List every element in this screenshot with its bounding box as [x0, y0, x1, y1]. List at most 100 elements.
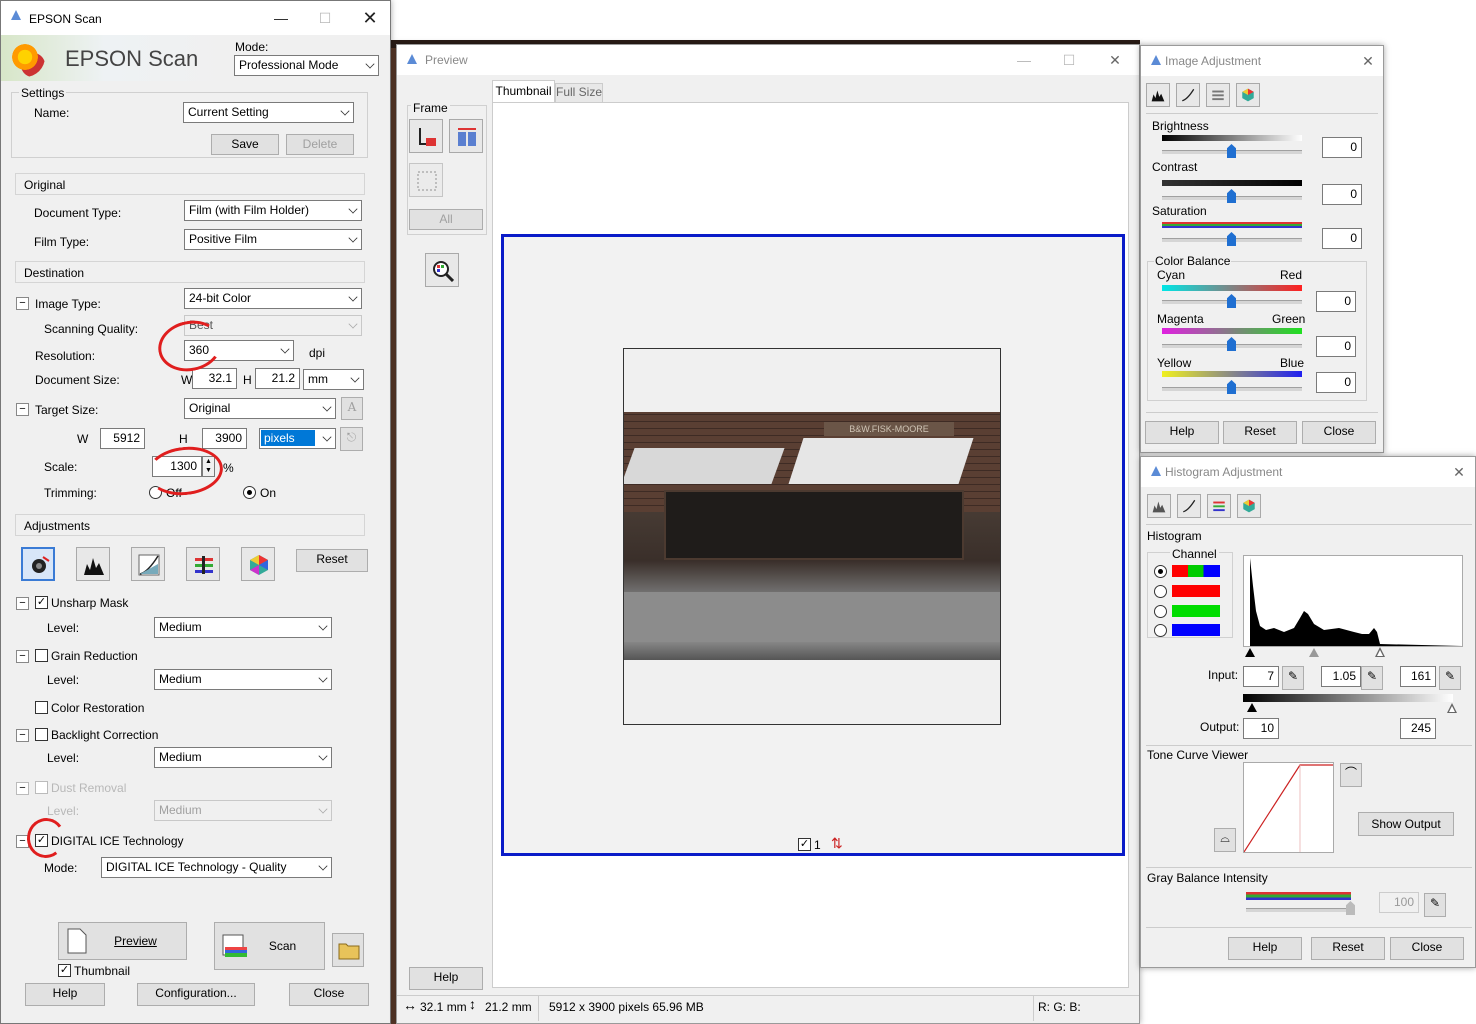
backlight-level-select[interactable]: Medium — [154, 747, 332, 768]
image-adj-help-button[interactable]: Help — [1145, 421, 1219, 444]
ia-image-adj-icon[interactable] — [1206, 83, 1230, 107]
target-size-select[interactable]: Original — [184, 398, 336, 419]
close-window-button[interactable]: ✕ — [355, 7, 385, 29]
target-width-field[interactable]: 5912 — [100, 428, 145, 449]
tab-full-size[interactable]: Full Size — [555, 83, 603, 102]
dust-collapse-toggle[interactable]: − — [16, 782, 29, 795]
ha-histogram-icon[interactable] — [1147, 494, 1171, 518]
input-gamma-field[interactable]: 1.05 — [1321, 666, 1361, 687]
input-white-triangle[interactable] — [1375, 647, 1385, 657]
trimming-on-radio[interactable] — [243, 486, 256, 499]
mode-select[interactable]: Professional Mode — [234, 55, 379, 76]
grain-level-select[interactable]: Medium — [154, 669, 332, 690]
thumbnail-checkbox[interactable]: ✓ — [58, 964, 71, 977]
ha-tone-curve-icon[interactable] — [1177, 494, 1201, 518]
adjustments-reset-button[interactable]: Reset — [296, 549, 368, 572]
preview-close-button[interactable]: ✕ — [1100, 49, 1130, 71]
gray-eyedropper-button-2[interactable]: ✎ — [1424, 893, 1446, 917]
color-restoration-checkbox[interactable] — [35, 701, 48, 714]
show-output-button[interactable]: Show Output — [1358, 812, 1454, 836]
target-unit-select[interactable]: pixels — [259, 428, 336, 449]
black-eyedropper-button[interactable]: ✎ — [1282, 666, 1304, 690]
film-type-select[interactable]: Positive Film — [184, 229, 362, 250]
unsharp-collapse-toggle[interactable]: − — [16, 597, 29, 610]
gray-balance-thumb[interactable] — [1346, 901, 1355, 915]
image-adjustment-button[interactable] — [186, 547, 220, 581]
ia-tone-curve-icon[interactable] — [1176, 83, 1200, 107]
image-adj-reset-button[interactable]: Reset — [1223, 421, 1297, 444]
channel-green-radio[interactable] — [1154, 605, 1167, 618]
histogram-adjustment-button[interactable] — [76, 547, 110, 581]
saturation-value[interactable]: 0 — [1322, 228, 1362, 249]
configuration-button[interactable]: Configuration... — [137, 983, 255, 1006]
preview-button[interactable]: Preview — [58, 922, 187, 960]
rotate-target-button[interactable]: ⎋ — [340, 427, 363, 451]
frame-1-checkbox[interactable]: ✓ — [798, 838, 811, 851]
output-high-field[interactable]: 245 — [1400, 718, 1436, 739]
curve-preset-icon-top[interactable]: ⌒ — [1340, 763, 1362, 787]
channel-red-radio[interactable] — [1154, 585, 1167, 598]
close-button[interactable]: Close — [289, 983, 369, 1006]
brightness-value[interactable]: 0 — [1322, 137, 1362, 158]
brightness-thumb[interactable] — [1227, 144, 1236, 158]
backlight-collapse-toggle[interactable]: − — [16, 729, 29, 742]
ice-mode-select[interactable]: DIGITAL ICE Technology - Quality — [101, 857, 332, 878]
zoom-icon[interactable] — [425, 253, 459, 287]
histo-help-button[interactable]: Help — [1228, 937, 1302, 960]
saturation-thumb[interactable] — [1227, 232, 1236, 246]
output-low-field[interactable]: 10 — [1243, 718, 1279, 739]
minimize-button[interactable]: — — [266, 7, 296, 29]
ha-color-palette-icon[interactable] — [1237, 494, 1261, 518]
contrast-thumb[interactable] — [1227, 189, 1236, 203]
scan-button[interactable]: Scan — [214, 922, 325, 970]
save-button[interactable]: Save — [211, 134, 279, 155]
maximize-button[interactable]: ☐ — [310, 7, 340, 29]
input-high-field[interactable]: 161 — [1400, 666, 1436, 687]
histo-reset-button[interactable]: Reset — [1311, 937, 1385, 960]
histo-close-x[interactable]: ✕ — [1444, 461, 1474, 483]
doc-unit-select[interactable]: mm — [303, 369, 364, 390]
histo-close-button[interactable]: Close — [1390, 937, 1464, 960]
preview-help-button[interactable]: Help — [409, 967, 483, 990]
output-black-triangle[interactable] — [1247, 703, 1257, 712]
output-white-triangle[interactable] — [1447, 703, 1457, 713]
select-all-button[interactable]: All — [409, 209, 483, 230]
magenta-green-value[interactable]: 0 — [1316, 336, 1356, 357]
contrast-value[interactable]: 0 — [1322, 184, 1362, 205]
ia-color-palette-icon[interactable] — [1236, 83, 1260, 107]
channel-blue-radio[interactable] — [1154, 624, 1167, 637]
dust-removal-checkbox[interactable] — [35, 781, 48, 794]
target-height-field[interactable]: 3900 — [202, 428, 247, 449]
gray-balance-value[interactable]: 100 — [1379, 892, 1419, 913]
tone-correction-button[interactable] — [131, 547, 165, 581]
frame-rotate-small-icon[interactable]: ⇅ — [831, 835, 843, 852]
input-gray-triangle[interactable] — [1309, 648, 1319, 657]
dust-level-select[interactable]: Medium — [154, 800, 332, 821]
document-type-select[interactable]: Film (with Film Holder) — [184, 200, 362, 221]
image-adj-close-x[interactable]: ✕ — [1353, 50, 1383, 72]
curve-preset-icon-bottom[interactable]: ⌓ — [1214, 828, 1236, 852]
grain-collapse-toggle[interactable]: − — [16, 650, 29, 663]
preview-maximize-button[interactable]: ☐ — [1054, 49, 1084, 71]
frame-select-icon[interactable] — [409, 119, 443, 153]
white-eyedropper-button[interactable]: ✎ — [1439, 666, 1461, 690]
preview-minimize-button[interactable]: — — [1009, 49, 1039, 71]
frame-rotate-icon[interactable] — [449, 119, 483, 153]
frame-marquee-icon[interactable] — [409, 163, 443, 197]
channel-rgb-radio[interactable] — [1154, 565, 1167, 578]
backlight-correction-checkbox[interactable] — [35, 728, 48, 741]
yellow-blue-value[interactable]: 0 — [1316, 372, 1356, 393]
open-folder-button[interactable] — [332, 933, 364, 967]
image-adj-close-button[interactable]: Close — [1302, 421, 1376, 444]
gray-eyedropper-button[interactable]: ✎ — [1361, 666, 1383, 690]
input-black-triangle[interactable] — [1245, 648, 1255, 657]
help-button[interactable]: Help — [25, 983, 105, 1006]
ia-histogram-icon[interactable] — [1146, 83, 1170, 107]
doc-width-field[interactable]: 32.1 — [192, 368, 237, 389]
color-palette-button[interactable] — [241, 547, 275, 581]
grain-reduction-checkbox[interactable] — [35, 649, 48, 662]
target-size-lock-button[interactable]: A — [341, 397, 363, 420]
cyan-red-value[interactable]: 0 — [1316, 291, 1356, 312]
tab-thumbnail[interactable]: Thumbnail — [492, 80, 555, 102]
unsharp-mask-checkbox[interactable]: ✓ — [35, 596, 48, 609]
